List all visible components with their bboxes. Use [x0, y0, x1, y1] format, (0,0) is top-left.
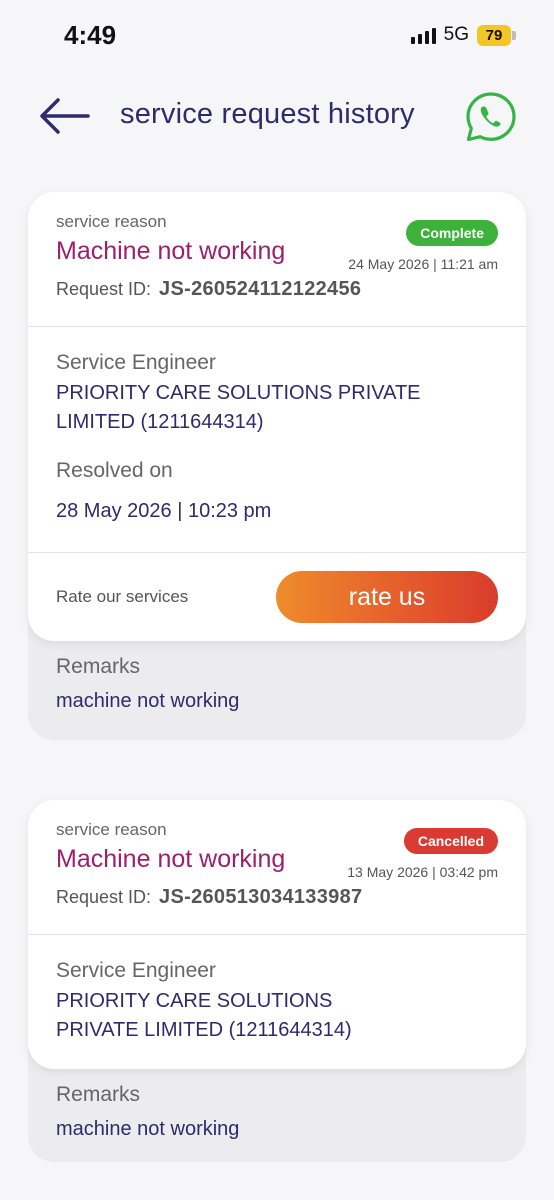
arrow-left-icon [40, 98, 90, 134]
request-id: JS-260513034133987 [159, 886, 363, 908]
network-type: 5G [443, 24, 469, 45]
engineer-section: Service Engineer PRIORITY CARE SOLUTIONS… [28, 327, 526, 552]
request-id-row: Request ID: JS-260513034133987 [56, 886, 498, 909]
request-card: service reason Machine not working Cance… [28, 800, 526, 1162]
engineer-label: Service Engineer [56, 959, 216, 982]
remarks-label: Remarks [56, 655, 141, 678]
back-button[interactable] [38, 96, 92, 136]
whatsapp-button[interactable] [464, 90, 518, 144]
rate-row: Rate our services rate us [28, 553, 526, 641]
status-badge: Cancelled [403, 828, 498, 854]
status-badge: Complete [406, 220, 498, 246]
battery-level: 79 [477, 24, 511, 46]
status-indicators: 5G 79 [410, 24, 516, 46]
resolved-date: 28 May 2026 | 10:23 pm [56, 500, 272, 522]
request-summary: service reason Machine not working Cance… [28, 800, 526, 934]
engineer-section: Service Engineer PRIORITY CARE SOLUTIONS… [28, 935, 526, 1069]
remarks-text: machine not working [56, 690, 240, 712]
page-header: service request history [0, 80, 554, 155]
request-id-row: Request ID: JS-260524112122456 [56, 278, 498, 301]
engineer-name: PRIORITY CARE SOLUTIONS PRIVATE LIMITED … [56, 990, 352, 1041]
battery-icon: 79 [477, 24, 516, 46]
request-card-body: service reason Machine not working Compl… [28, 192, 526, 641]
request-summary: service reason Machine not working Compl… [28, 192, 526, 326]
request-id-label: Request ID: [56, 279, 152, 299]
request-date: 13 May 2026 | 03:42 pm [347, 864, 498, 880]
whatsapp-icon [466, 92, 516, 142]
resolved-label: Resolved on [56, 459, 173, 482]
rate-us-button[interactable]: rate us [276, 571, 498, 623]
request-id: JS-260524112122456 [159, 278, 362, 300]
request-date: 24 May 2026 | 11:21 am [348, 256, 498, 272]
status-time: 4:49 [64, 20, 117, 50]
page-title: service request history [120, 98, 415, 130]
remarks-section: Remarks machine not working [28, 1069, 526, 1162]
engineer-name: PRIORITY CARE SOLUTIONS PRIVATE LIMITED … [56, 382, 421, 433]
request-card: service reason Machine not working Compl… [28, 192, 526, 740]
request-id-label: Request ID: [56, 887, 152, 907]
remarks-text: machine not working [56, 1118, 240, 1140]
signal-icon [410, 26, 436, 44]
request-card-body: service reason Machine not working Cance… [28, 800, 526, 1069]
remarks-section: Remarks machine not working [28, 641, 526, 740]
rate-label: Rate our services [56, 587, 189, 606]
remarks-label: Remarks [56, 1083, 141, 1106]
engineer-label: Service Engineer [56, 351, 216, 374]
status-bar: 4:49 5G 79 [0, 0, 554, 70]
